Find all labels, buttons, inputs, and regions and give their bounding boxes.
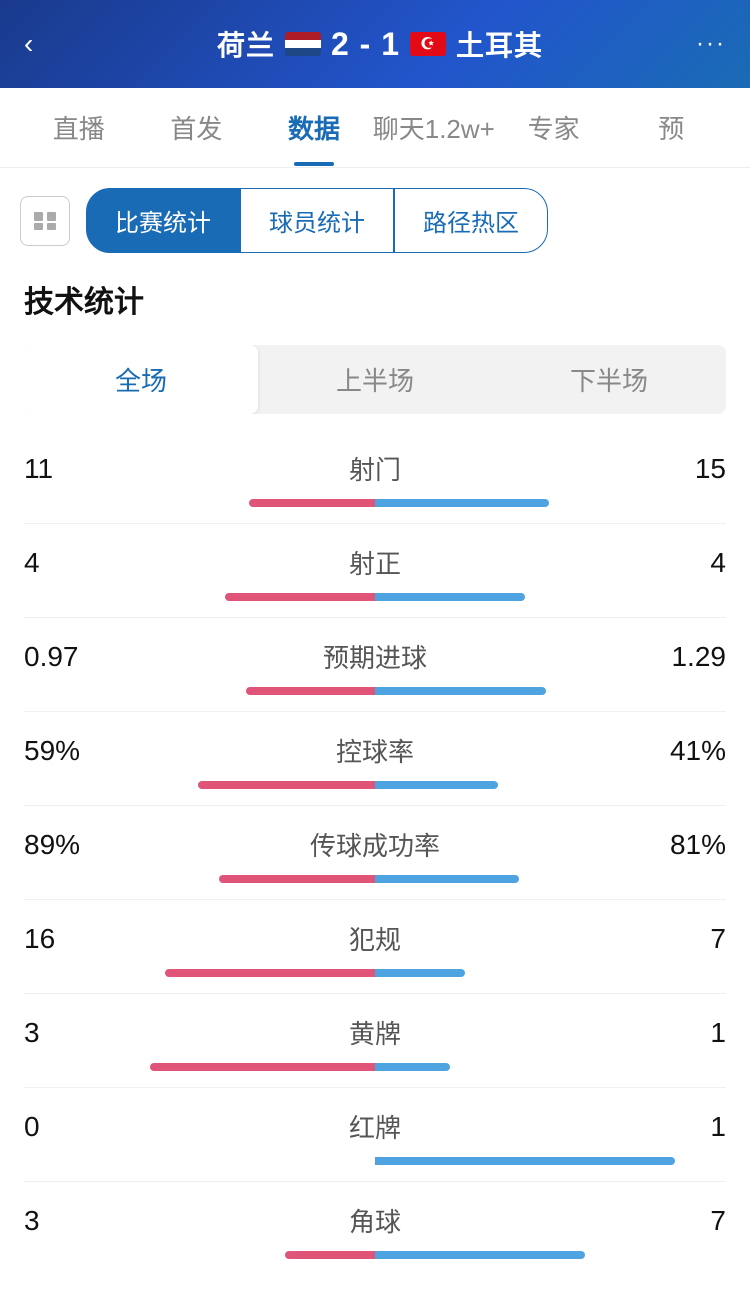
bar-left — [225, 593, 375, 601]
stat-row: 4 射正 4 — [24, 524, 726, 618]
sub-tab-icon-button[interactable] — [20, 196, 70, 246]
tab-live[interactable]: 直播 — [20, 89, 138, 166]
stat-bars — [24, 969, 726, 977]
flag-turkey — [410, 32, 446, 56]
bar-left — [198, 781, 375, 789]
sub-tabs-container: 比赛统计 球员统计 路径热区 — [0, 168, 750, 253]
sub-tab-heatmap[interactable]: 路径热区 — [394, 188, 548, 253]
stat-name: 犯规 — [349, 920, 401, 957]
tab-expert[interactable]: 专家 — [495, 89, 613, 166]
stat-bars — [24, 1157, 726, 1165]
bar-right — [375, 1157, 675, 1165]
sub-tabs: 比赛统计 球员统计 路径热区 — [86, 188, 730, 253]
stat-name: 红牌 — [349, 1108, 401, 1145]
stat-left-value: 0.97 — [24, 641, 104, 673]
stat-bars — [24, 1251, 726, 1259]
stat-bars — [24, 687, 726, 695]
stat-right-value: 7 — [646, 923, 726, 955]
bar-right — [375, 781, 498, 789]
stat-row: 89% 传球成功率 81% — [24, 806, 726, 900]
bar-right — [375, 1251, 585, 1259]
section-title: 技术统计 — [0, 253, 750, 329]
stat-right-value: 4 — [646, 547, 726, 579]
stat-row: 16 犯规 7 — [24, 900, 726, 994]
stat-name: 黄牌 — [349, 1014, 401, 1051]
tab-lineup[interactable]: 首发 — [138, 89, 256, 166]
bar-right — [375, 875, 519, 883]
stats-container: 11射门154射正40.97预期进球1.2959%控球率41%89%传球成功率8… — [0, 430, 750, 1275]
bar-left — [249, 499, 375, 507]
stat-right-value: 81% — [646, 829, 726, 861]
stat-name: 角球 — [349, 1202, 401, 1239]
bar-right — [375, 687, 546, 695]
stat-left-value: 16 — [24, 923, 104, 955]
header: ‹ 荷兰 2 - 1 土耳其 ··· — [0, 0, 750, 88]
period-tab-full[interactable]: 全场 — [24, 345, 258, 414]
period-tab-first-half[interactable]: 上半场 — [258, 345, 492, 414]
stat-right-value: 1 — [646, 1111, 726, 1143]
bar-left — [285, 1251, 375, 1259]
stat-name: 预期进球 — [323, 638, 427, 675]
stat-left-value: 11 — [24, 453, 104, 485]
stat-name: 控球率 — [336, 732, 414, 769]
stat-left-value: 3 — [24, 1205, 104, 1237]
tab-chat[interactable]: 聊天1.2w+ — [373, 89, 495, 166]
stat-left-value: 89% — [24, 829, 104, 861]
period-tabs: 全场 上半场 下半场 — [24, 345, 726, 414]
stat-row: 3 角球 7 — [24, 1182, 726, 1275]
bar-left — [219, 875, 375, 883]
stat-bars — [24, 875, 726, 883]
period-tab-second-half[interactable]: 下半场 — [492, 345, 726, 414]
grid-icon — [34, 212, 56, 230]
tab-data[interactable]: 数据 — [255, 89, 373, 166]
team-home-name: 荷兰 — [217, 24, 275, 64]
stat-name: 传球成功率 — [310, 826, 440, 863]
stat-row: 11 射门 15 — [24, 430, 726, 524]
bar-left — [246, 687, 375, 695]
tab-predict[interactable]: 预 — [612, 89, 730, 166]
stat-row: 3 黄牌 1 — [24, 994, 726, 1088]
flag-netherlands — [285, 32, 321, 56]
team-away-name: 土耳其 — [456, 24, 543, 64]
sub-tab-match-stats[interactable]: 比赛统计 — [86, 188, 240, 253]
match-title: 荷兰 2 - 1 土耳其 — [217, 24, 543, 64]
stat-bars — [24, 593, 726, 601]
stat-left-value: 59% — [24, 735, 104, 767]
stat-right-value: 15 — [646, 453, 726, 485]
sub-tab-player-stats[interactable]: 球员统计 — [240, 188, 394, 253]
bar-left — [165, 969, 375, 977]
stat-row: 0.97 预期进球 1.29 — [24, 618, 726, 712]
stat-row: 59% 控球率 41% — [24, 712, 726, 806]
stat-bars — [24, 781, 726, 789]
stat-left-value: 3 — [24, 1017, 104, 1049]
bar-right — [375, 969, 465, 977]
stat-bars — [24, 1063, 726, 1071]
more-button[interactable]: ··· — [696, 30, 726, 58]
stat-right-value: 1.29 — [646, 641, 726, 673]
stat-name: 射门 — [349, 450, 401, 487]
stat-left-value: 4 — [24, 547, 104, 579]
back-button[interactable]: ‹ — [24, 28, 64, 60]
bar-right — [375, 499, 549, 507]
bar-left — [150, 1063, 375, 1071]
match-score: 2 - 1 — [331, 26, 400, 63]
stat-left-value: 0 — [24, 1111, 104, 1143]
stat-right-value: 1 — [646, 1017, 726, 1049]
nav-tabs: 直播 首发 数据 聊天1.2w+ 专家 预 — [0, 88, 750, 168]
stat-row: 0 红牌 1 — [24, 1088, 726, 1182]
bar-right — [375, 1063, 450, 1071]
stat-bars — [24, 499, 726, 507]
bar-right — [375, 593, 525, 601]
stat-right-value: 41% — [646, 735, 726, 767]
stat-right-value: 7 — [646, 1205, 726, 1237]
stat-name: 射正 — [349, 544, 401, 581]
